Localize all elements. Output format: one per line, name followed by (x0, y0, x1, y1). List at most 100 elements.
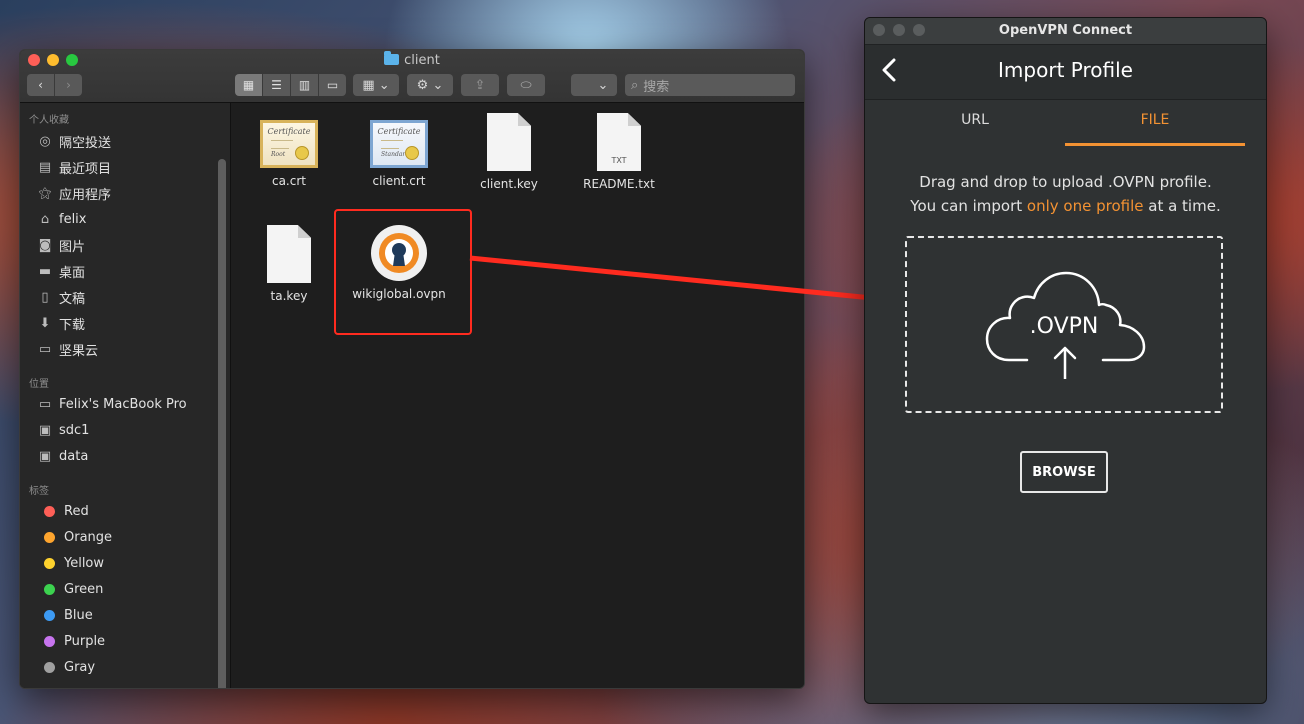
sidebar-item-pictures[interactable]: ◙ 图片 (36, 234, 85, 256)
grid-icon: ▦ (242, 78, 255, 92)
active-tab-indicator (1065, 143, 1245, 146)
columns-icon: ▥ (298, 78, 311, 92)
document-icon (267, 225, 311, 283)
file-client-crt[interactable]: Certificate Standard client.crt (344, 115, 454, 188)
forward-button[interactable]: › (55, 74, 82, 96)
tab-url[interactable]: URL (885, 112, 1065, 128)
page-title: Import Profile (998, 58, 1133, 82)
action-button[interactable]: ⚙ ⌄ (407, 74, 453, 96)
tag-color-dot (44, 583, 55, 595)
sidebar-item-felix[interactable]: ⌂ felix (36, 208, 87, 230)
documents-icon: ▯ (41, 289, 49, 305)
sidebar-item-recents[interactable]: ▤ 最近项目 (36, 156, 111, 178)
gallery-view-button[interactable]: ▭ (319, 74, 346, 96)
sidebar-item-jianguoyun[interactable]: ▭ 坚果云 (36, 338, 98, 360)
sidebar-tag-red[interactable]: Red (40, 500, 89, 522)
back-button[interactable]: ‹ (27, 74, 55, 96)
drive-icon: ▣ (38, 448, 52, 464)
sidebar-item-documents[interactable]: ▯ 文稿 (36, 286, 85, 308)
folder-icon: ▭ (38, 341, 52, 357)
share-button[interactable]: ⇪ (461, 74, 499, 96)
column-view-button[interactable]: ▥ (291, 74, 319, 96)
sidebar-tag-yellow[interactable]: Yellow (40, 552, 104, 574)
openvpn-file-icon (371, 225, 427, 281)
chevron-right-icon: › (66, 78, 71, 92)
sidebar-item-macbook[interactable]: ▭ Felix's MacBook Pro (36, 393, 187, 415)
file-name: ca.crt (271, 174, 306, 188)
file-browser: Certificate Root ca.crt Certificate Stan… (231, 103, 804, 688)
applications-icon: ⚝ (38, 185, 52, 201)
file-name: wikiglobal.ovpn (352, 287, 446, 301)
sidebar-scrollbar[interactable] (218, 159, 226, 688)
group-button[interactable]: ▦ ⌄ (353, 74, 399, 96)
certificate-icon: Certificate Root (260, 120, 318, 168)
list-view-button[interactable]: ☰ (263, 74, 291, 96)
drive-icon: ▣ (38, 422, 52, 438)
downloads-icon: ⬇ (39, 315, 51, 331)
sidebar-item-airdrop[interactable]: ◎ 隔空投送 (36, 130, 111, 152)
tag-color-dot (44, 557, 55, 569)
sidebar-item-desktop[interactable]: ▬ 桌面 (36, 260, 85, 282)
openvpn-titlebar: OpenVPN Connect (865, 18, 1266, 45)
chevron-down-icon: ⌄ (597, 77, 609, 93)
file-name: client.key (480, 177, 538, 191)
window-title: OpenVPN Connect (998, 23, 1133, 38)
sidebar-item-applications[interactable]: ⚝ 应用程序 (36, 182, 111, 204)
sidebar-tag-orange[interactable]: Orange (40, 526, 112, 548)
openvpn-window: OpenVPN Connect Import Profile URL FILE … (864, 17, 1267, 704)
share-icon: ⇪ (474, 77, 486, 93)
file-wikiglobal-ovpn[interactable]: wikiglobal.ovpn (344, 225, 454, 301)
sidebar-section-favorites: 个人收藏 (29, 115, 69, 126)
gallery-icon: ▭ (326, 78, 339, 92)
file-ta-key[interactable]: ta.key (234, 225, 344, 303)
view-mode-buttons: ▦ ☰ ▥ ▭ (235, 74, 346, 96)
path-dropdown[interactable]: ⌄ (571, 74, 617, 96)
document-icon (487, 113, 531, 171)
group-grid-icon: ▦ ⌄ (362, 77, 390, 93)
desktop-icon: ▬ (38, 263, 52, 279)
file-name: client.crt (372, 174, 426, 188)
file-ca-crt[interactable]: Certificate Root ca.crt (234, 115, 344, 188)
file-readme-txt[interactable]: TXT README.txt (564, 113, 674, 191)
finder-sidebar: 个人收藏 ◎ 隔空投送 ▤ 最近项目 ⚝ 应用程序 ⌂ felix ◙ 图片 ▬ 桌面 ▯ 文… (20, 103, 231, 688)
sidebar-item-sdc1[interactable]: ▣ sdc1 (36, 419, 90, 441)
laptop-icon: ▭ (38, 396, 52, 412)
tag-color-dot (44, 531, 55, 543)
gear-icon: ⚙ ⌄ (416, 77, 444, 93)
tab-file[interactable]: FILE (1065, 112, 1245, 128)
finder-toolbar: client ‹ › ▦ ☰ ▥ ▭ ▦ ⌄ ⚙ ⌄ ⇪ ⬭ ⌄ ⌕ 搜索 (20, 50, 804, 103)
icon-view-button[interactable]: ▦ (235, 74, 263, 96)
window-title: client (20, 51, 804, 68)
file-name: README.txt (583, 177, 655, 191)
certificate-icon: Certificate Standard (370, 120, 428, 168)
file-drop-zone[interactable]: .OVPN (905, 236, 1223, 413)
tag-button[interactable]: ⬭ (507, 74, 545, 96)
airdrop-icon: ◎ (39, 133, 51, 149)
file-name: ta.key (270, 289, 308, 303)
tag-color-dot (44, 661, 55, 673)
sidebar-item-downloads[interactable]: ⬇ 下载 (36, 312, 85, 334)
file-client-key[interactable]: client.key (454, 113, 564, 191)
drop-zone-label: .OVPN (1029, 314, 1099, 339)
pictures-icon: ◙ (38, 237, 52, 253)
sidebar-tag-green[interactable]: Green (40, 578, 103, 600)
sidebar-tag-gray[interactable]: Gray (40, 656, 95, 678)
tag-color-dot (44, 609, 55, 621)
home-icon: ⌂ (40, 211, 50, 227)
list-icon: ☰ (271, 78, 282, 92)
browse-button[interactable]: BROWSE (1020, 451, 1108, 493)
tag-icon: ⬭ (520, 77, 532, 93)
text-document-icon: TXT (597, 113, 641, 171)
chevron-left-icon: ‹ (38, 78, 43, 92)
recents-icon: ▤ (38, 159, 52, 175)
sidebar-tag-blue[interactable]: Blue (40, 604, 93, 626)
sidebar-section-tags: 标签 (29, 486, 49, 497)
finder-window: client ‹ › ▦ ☰ ▥ ▭ ▦ ⌄ ⚙ ⌄ ⇪ ⬭ ⌄ ⌕ 搜索 个人… (19, 49, 805, 689)
sidebar-section-locations: 位置 (29, 379, 49, 390)
import-instructions: Drag and drop to upload .OVPN profile. Y… (910, 173, 1221, 215)
sidebar-item-data[interactable]: ▣ data (36, 445, 88, 467)
folder-icon (384, 51, 400, 65)
tag-color-dot (44, 635, 55, 647)
sidebar-tag-purple[interactable]: Purple (40, 630, 105, 652)
search-input[interactable]: ⌕ 搜索 (625, 74, 795, 96)
